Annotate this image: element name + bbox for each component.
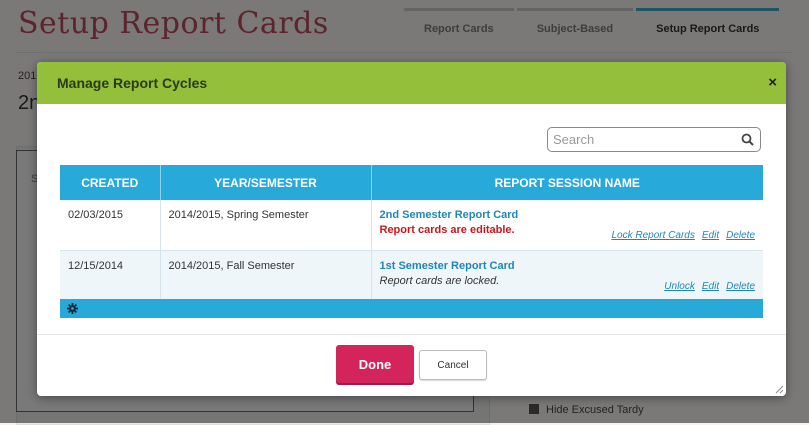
cell-session: 2nd Semester Report Card Report cards ar…: [371, 200, 763, 251]
delete-link[interactable]: Delete: [726, 281, 755, 292]
modal-footer-divider: [37, 334, 786, 335]
modal-title: Manage Report Cycles: [57, 75, 208, 91]
session-name: 1st Semester Report Card: [379, 259, 515, 272]
column-header-created[interactable]: CREATED: [60, 165, 161, 200]
row-actions: Unlock Edit Delete: [657, 281, 755, 292]
delete-link[interactable]: Delete: [726, 230, 755, 241]
modal-header: Manage Report Cycles ×: [37, 62, 786, 104]
cell-created: 12/15/2014: [60, 250, 161, 300]
cancel-button[interactable]: Cancel: [419, 350, 487, 380]
manage-report-cycles-dialog: Manage Report Cycles × CREATED YEAR/SEME…: [37, 62, 786, 396]
gear-icon[interactable]: [67, 303, 78, 314]
lock-report-cards-link[interactable]: Lock Report Cards: [611, 230, 694, 241]
column-header-year-semester[interactable]: YEAR/SEMESTER: [160, 165, 372, 200]
table-row: 02/03/2015 2014/2015, Spring Semester 2n…: [60, 200, 763, 251]
resize-grip-icon[interactable]: [774, 384, 784, 394]
column-header-session-name[interactable]: REPORT SESSION NAME: [371, 165, 763, 200]
cell-year-semester: 2014/2015, Fall Semester: [160, 250, 372, 300]
table-footer: [60, 299, 763, 318]
table-header-row: CREATED YEAR/SEMESTER REPORT SESSION NAM…: [60, 165, 763, 200]
table-row: 12/15/2014 2014/2015, Fall Semester 1st …: [60, 250, 763, 300]
edit-link[interactable]: Edit: [702, 281, 719, 292]
edit-link[interactable]: Edit: [702, 230, 719, 241]
search-field[interactable]: [547, 127, 761, 152]
session-name: 2nd Semester Report Card: [379, 209, 519, 221]
unlock-link[interactable]: Unlock: [664, 281, 695, 292]
cell-session: 1st Semester Report Card Report cards ar…: [371, 250, 763, 300]
search-icon[interactable]: [741, 133, 754, 146]
report-cycles-table: CREATED YEAR/SEMESTER REPORT SESSION NAM…: [60, 165, 763, 300]
close-icon[interactable]: ×: [768, 74, 777, 91]
cell-year-semester: 2014/2015, Spring Semester: [160, 200, 372, 251]
row-actions: Lock Report Cards Edit Delete: [604, 230, 755, 241]
search-input[interactable]: [553, 132, 733, 147]
cell-created: 02/03/2015: [60, 200, 161, 251]
done-button[interactable]: Done: [336, 345, 414, 383]
